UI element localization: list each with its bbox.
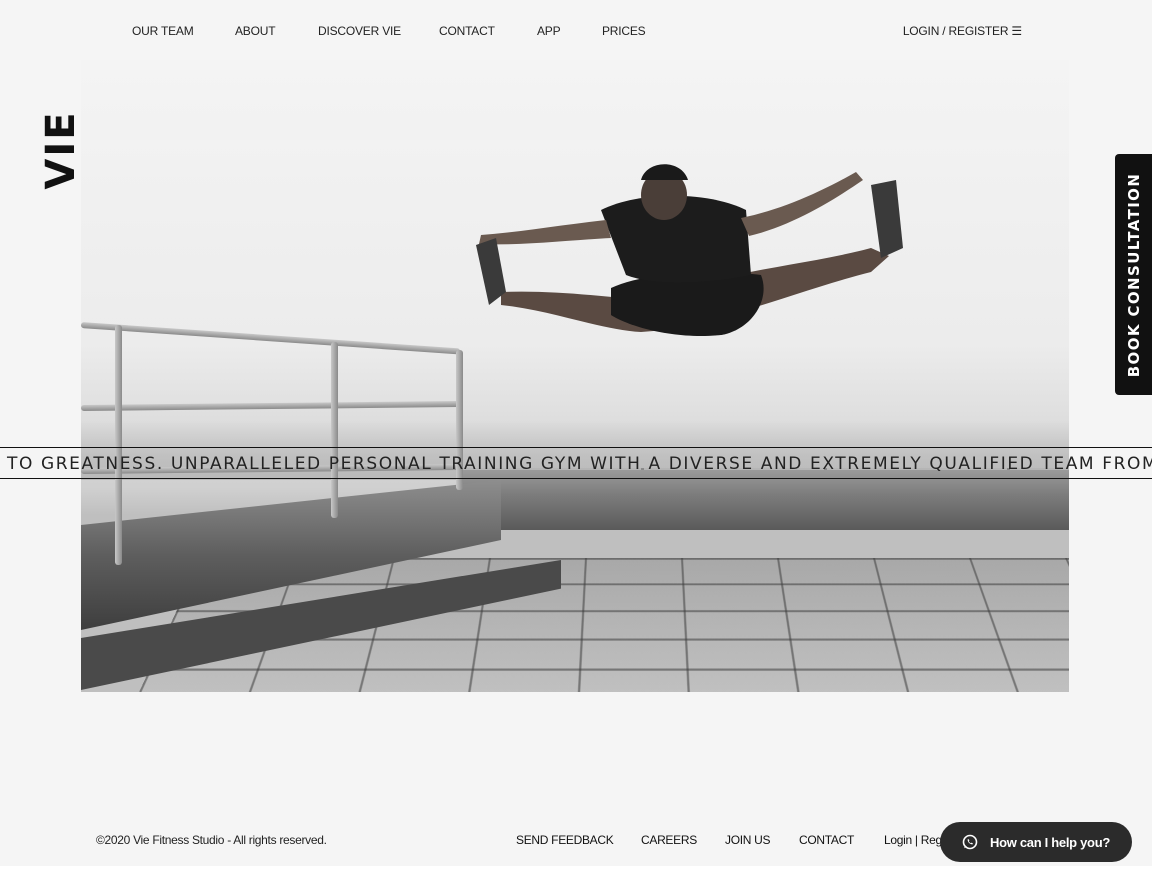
book-consultation-label: BOOK CONSULTATION — [1124, 172, 1143, 377]
book-consultation-button[interactable]: BOOK CONSULTATION — [1115, 154, 1152, 395]
hero-image — [81, 60, 1069, 692]
jumping-athlete-figure — [476, 164, 903, 336]
marquee-band: TO GREATNESS. UNPARALLELED PERSONAL TRAI… — [0, 447, 1152, 479]
footer-join-us-link[interactable]: JOIN US — [725, 833, 771, 847]
footer-send-feedback-link[interactable]: SEND FEEDBACK — [516, 833, 614, 847]
nav-prices[interactable]: PRICES — [602, 24, 646, 38]
logo[interactable]: VIE — [38, 100, 84, 200]
nav-our-team[interactable]: OUR TEAM — [132, 24, 194, 38]
whatsapp-icon — [962, 834, 978, 850]
nav-contact[interactable]: CONTACT — [439, 24, 495, 38]
copyright-text: ©2020 Vie Fitness Studio - All rights re… — [96, 833, 327, 847]
nav-about[interactable]: ABOUT — [235, 24, 276, 38]
marquee-text: TO GREATNESS. UNPARALLELED PERSONAL TRAI… — [7, 454, 1152, 474]
logo-text: VIE — [38, 110, 84, 190]
footer-login-register-link[interactable]: Login | Reg — [884, 833, 942, 847]
page: OUR TEAM ABOUT DISCOVER VIE CONTACT APP … — [0, 0, 1152, 886]
chat-help-label: How can I help you? — [990, 835, 1110, 850]
nav-app[interactable]: APP — [537, 24, 561, 38]
chat-help-button[interactable]: How can I help you? — [940, 822, 1132, 862]
top-nav: OUR TEAM ABOUT DISCOVER VIE CONTACT APP … — [132, 24, 1022, 40]
footer-careers-link[interactable]: CAREERS — [641, 833, 697, 847]
login-register-link[interactable]: LOGIN / REGISTER ☰ — [903, 24, 1022, 38]
bottom-strip — [0, 866, 1152, 886]
nav-discover-vie[interactable]: DISCOVER VIE — [318, 24, 401, 38]
footer-contact-link[interactable]: CONTACT — [799, 833, 854, 847]
